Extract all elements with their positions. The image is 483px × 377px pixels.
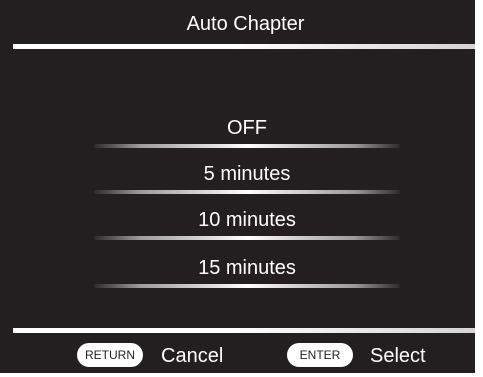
menu-item-label: 10 minutes bbox=[198, 209, 296, 231]
menu-item-10-minutes[interactable]: 10 minutes bbox=[94, 200, 400, 240]
return-button[interactable]: RETURN bbox=[77, 343, 143, 367]
menu-item-label: 5 minutes bbox=[203, 163, 291, 185]
title-divider bbox=[13, 44, 475, 49]
cancel-label: Cancel bbox=[161, 345, 224, 367]
menu-item-off[interactable]: OFF bbox=[94, 108, 400, 148]
enter-button[interactable]: ENTER bbox=[287, 343, 353, 367]
menu-item-divider bbox=[94, 144, 400, 148]
footer-divider bbox=[13, 328, 475, 333]
menu-item-5-minutes[interactable]: 5 minutes bbox=[94, 154, 400, 194]
menu-item-divider bbox=[94, 190, 400, 194]
menu-item-label: 15 minutes bbox=[198, 257, 296, 279]
dialog-title: Auto Chapter bbox=[186, 13, 305, 35]
menu-item-divider bbox=[94, 284, 400, 288]
menu-item-label: OFF bbox=[227, 117, 267, 139]
auto-chapter-dialog: Auto Chapter OFF 5 minutes 10 minutes 15… bbox=[0, 0, 475, 373]
menu-item-15-minutes[interactable]: 15 minutes bbox=[94, 248, 400, 288]
select-label: Select bbox=[370, 345, 426, 367]
footer-bar: RETURN Cancel ENTER Select bbox=[0, 340, 475, 370]
menu-item-divider bbox=[94, 236, 400, 240]
